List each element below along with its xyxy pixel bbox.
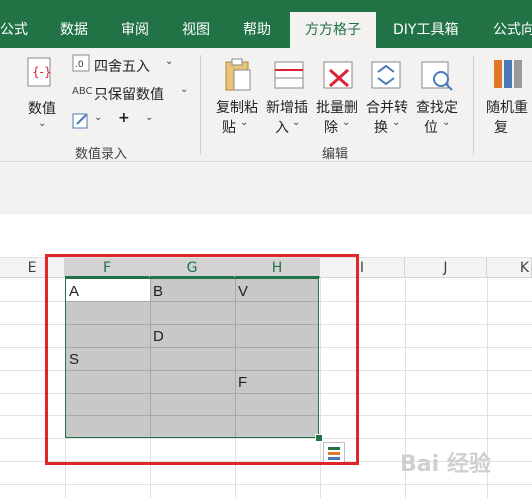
column-header-j[interactable]: J [405, 258, 487, 278]
insert-icon [273, 60, 305, 90]
find-label-2: 位 [424, 120, 438, 136]
group-label-numeric-entry: 数值录入 [75, 147, 128, 162]
tab-review[interactable]: 审阅 [121, 0, 149, 48]
batch-delete-button[interactable]: 批量删 [316, 97, 358, 117]
edit-icon [72, 112, 90, 130]
copy-paste-button[interactable]: 复制粘 [216, 97, 258, 117]
chevron-down-icon[interactable]: ⌄ [442, 117, 450, 128]
chevron-down-icon[interactable]: ⌄ [180, 84, 188, 95]
chevron-down-icon[interactable]: ⌄ [240, 117, 248, 128]
insert-button[interactable]: 新增插 [266, 97, 308, 117]
group-label-edit: 编辑 [322, 147, 349, 162]
svg-text:.0: .0 [75, 60, 84, 70]
grid-line [0, 484, 532, 485]
tab-view[interactable]: 视图 [182, 0, 210, 48]
tab-diy-toolbox[interactable]: DIY工具箱 [393, 0, 458, 48]
group-separator [200, 55, 201, 155]
insert-label-2: 入 [275, 120, 289, 136]
chevron-down-icon[interactable]: ⌄ [94, 112, 102, 123]
numeric-icon: {-} [25, 56, 53, 88]
tab-formula-more[interactable]: 公式向 [493, 0, 532, 48]
watermark: Bai 经验 [400, 452, 491, 477]
find-icon [420, 60, 454, 92]
chevron-down-icon[interactable]: ⌄ [165, 56, 173, 67]
find-locate-button[interactable]: 查找定 [416, 97, 458, 117]
tab-data[interactable]: 数据 [60, 0, 88, 48]
random-repeat-button[interactable]: 随机重 [486, 97, 528, 117]
chevron-down-icon[interactable]: ⌄ [292, 117, 300, 128]
group-separator [473, 55, 474, 155]
highlight-box [45, 254, 359, 465]
plus-icon[interactable]: + [118, 110, 130, 126]
merge-convert-button[interactable]: 合并转 [366, 97, 408, 117]
round-button[interactable]: 四舍五入 [94, 56, 150, 76]
random-icon [492, 58, 524, 92]
delete-icon [322, 60, 354, 90]
clipboard-icon [222, 58, 254, 92]
chevron-down-icon[interactable]: ⌄ [392, 117, 400, 128]
numeric-button[interactable]: 数值 [28, 98, 56, 118]
copy-paste-label-2: 贴 [222, 120, 236, 136]
chevron-down-icon[interactable]: ⌄ [38, 118, 46, 129]
chevron-down-icon[interactable]: ⌄ [342, 117, 350, 128]
ribbon-tab-bar: 公式 数据 审阅 视图 帮助 方方格子 DIY工具箱 公式向 [0, 0, 532, 48]
ribbon-collapsed-area [0, 162, 532, 214]
abc-icon: ABC [72, 86, 93, 97]
random-label-2: 复 [494, 120, 508, 136]
keep-value-button[interactable]: 只保留数值 [94, 84, 164, 104]
svg-text:{-}: {-} [32, 65, 52, 79]
delete-label-2: 除 [324, 120, 338, 136]
tab-fangfang[interactable]: 方方格子 [290, 12, 376, 48]
tab-formulas[interactable]: 公式 [0, 0, 28, 48]
formula-bar-area [0, 214, 532, 258]
merge-icon [370, 60, 402, 90]
round-icon: .0 [72, 54, 90, 72]
tab-help[interactable]: 帮助 [243, 0, 271, 48]
column-header-k[interactable]: K [487, 258, 532, 278]
chevron-down-icon[interactable]: ⌄ [145, 112, 153, 123]
merge-label-2: 换 [374, 120, 388, 136]
